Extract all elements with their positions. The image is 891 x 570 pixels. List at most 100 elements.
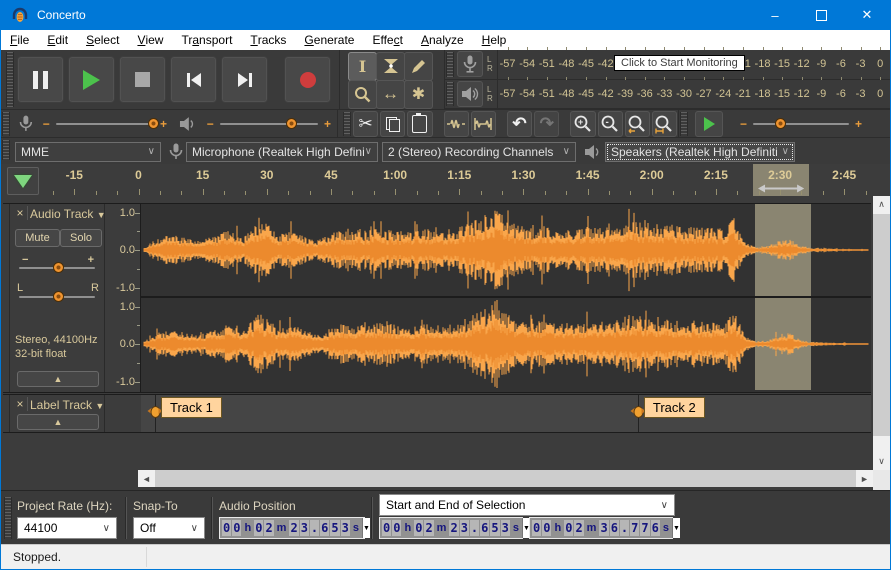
zoom-out-button[interactable]: - xyxy=(598,111,623,137)
time-shift-tool-button[interactable]: ↔ xyxy=(376,80,405,109)
time-field-dropdown[interactable]: ▼ xyxy=(362,518,370,538)
time-digit[interactable]: 0 xyxy=(542,520,551,536)
time-digit[interactable]: 0 xyxy=(414,520,423,536)
selection-tool-button[interactable]: I xyxy=(348,52,377,81)
scroll-left-button[interactable]: ◄ xyxy=(138,470,155,487)
toolbar-grip[interactable] xyxy=(2,112,10,136)
scroll-down-button[interactable]: ∨ xyxy=(873,453,890,470)
toolbar-grip[interactable] xyxy=(446,82,454,107)
menu-transport[interactable]: Transport xyxy=(172,30,241,50)
redo-button[interactable]: ↷ xyxy=(534,111,559,137)
pan-knob[interactable] xyxy=(53,291,64,302)
time-digit[interactable]: 6 xyxy=(651,520,660,536)
time-digit[interactable]: 0 xyxy=(392,520,401,536)
cut-button[interactable]: ✂ xyxy=(353,111,378,137)
time-digit[interactable]: 5 xyxy=(490,520,499,536)
time-digit[interactable]: 7 xyxy=(630,520,639,536)
time-separator[interactable]: . xyxy=(620,520,629,536)
pause-button[interactable] xyxy=(17,56,64,103)
time-digit[interactable]: 0 xyxy=(564,520,573,536)
menu-file[interactable]: File xyxy=(1,30,38,50)
zoom-fit-button[interactable] xyxy=(652,111,677,137)
close-track-button[interactable]: × xyxy=(13,397,28,411)
draw-tool-button[interactable] xyxy=(404,52,433,81)
time-digit[interactable]: 2 xyxy=(449,520,458,536)
maximize-button[interactable] xyxy=(798,0,844,30)
time-digit[interactable]: 3 xyxy=(300,520,309,536)
time-digit[interactable]: 2 xyxy=(289,520,298,536)
recording-volume-slider[interactable] xyxy=(56,123,154,125)
selection-resize-arrows[interactable] xyxy=(758,184,804,193)
time-digit[interactable]: 0 xyxy=(232,520,241,536)
track-title[interactable]: Label Track ▼ xyxy=(30,398,104,412)
time-digit[interactable]: 3 xyxy=(460,520,469,536)
vertical-scale-ruler[interactable]: 1.00.0-1.01.00.0-1.0 xyxy=(104,204,141,392)
play-speed-knob[interactable] xyxy=(775,118,786,129)
time-digit[interactable]: 0 xyxy=(222,520,231,536)
toolbar-grip[interactable] xyxy=(343,112,351,136)
close-track-button[interactable]: × xyxy=(13,206,28,220)
vertical-scrollbar[interactable]: ∧ ∨ xyxy=(873,196,890,470)
toolbar-grip[interactable] xyxy=(6,52,14,107)
label-marker[interactable] xyxy=(632,404,643,419)
project-rate-select[interactable]: 44100 ∨ xyxy=(17,517,117,539)
time-digit[interactable]: 5 xyxy=(330,520,339,536)
record-button[interactable] xyxy=(284,56,331,103)
waveform-right-channel[interactable] xyxy=(141,298,871,390)
scroll-up-button[interactable]: ∧ xyxy=(873,196,890,213)
menu-view[interactable]: View xyxy=(128,30,172,50)
time-digit[interactable]: 6 xyxy=(480,520,489,536)
envelope-tool-button[interactable] xyxy=(376,52,405,81)
gain-knob[interactable] xyxy=(53,262,64,273)
waveform-area[interactable] xyxy=(141,204,871,392)
undo-button[interactable]: ↶ xyxy=(507,111,532,137)
time-digit[interactable]: 3 xyxy=(501,520,510,536)
menu-generate[interactable]: Generate xyxy=(295,30,363,50)
horizontal-scrollbar[interactable]: ◄ ► xyxy=(138,470,873,487)
playback-meter[interactable]: LR -57-54-51-48-45-42-39-36-33-30-27-24-… xyxy=(445,80,890,110)
time-digit[interactable]: 7 xyxy=(640,520,649,536)
time-digit[interactable]: 3 xyxy=(599,520,608,536)
copy-button[interactable] xyxy=(380,111,405,137)
time-digit[interactable]: 2 xyxy=(424,520,433,536)
recording-volume-knob[interactable] xyxy=(148,118,159,129)
time-digit[interactable]: 2 xyxy=(264,520,273,536)
vertical-scroll-thumb[interactable] xyxy=(873,214,890,436)
playback-volume-knob[interactable] xyxy=(286,118,297,129)
menu-effect[interactable]: Effect xyxy=(363,30,411,50)
time-digit[interactable]: 3 xyxy=(341,520,350,536)
selection-end-field[interactable]: 00h02m36.776s▼ xyxy=(529,517,673,539)
playback-meter-speaker-button[interactable] xyxy=(457,81,483,107)
gain-slider[interactable] xyxy=(19,267,95,269)
waveform-left-channel[interactable] xyxy=(141,204,871,296)
label-text[interactable]: Track 1 xyxy=(161,397,222,418)
track-title[interactable]: Audio Track ▼ xyxy=(30,207,106,221)
label-marker[interactable] xyxy=(150,404,161,419)
time-separator[interactable]: . xyxy=(310,520,319,536)
selection-start-field[interactable]: 00h02m23.653s▼ xyxy=(379,517,523,539)
collapse-track-button[interactable]: ▲ xyxy=(17,414,99,430)
toolbar-grip[interactable] xyxy=(4,497,12,539)
time-digit[interactable]: 2 xyxy=(574,520,583,536)
menu-help[interactable]: Help xyxy=(473,30,516,50)
time-field-dropdown[interactable]: ▼ xyxy=(672,518,680,538)
label-area[interactable]: Track 1Track 2 xyxy=(141,395,871,432)
toolbar-grip[interactable] xyxy=(2,140,10,160)
play-at-speed-button[interactable] xyxy=(695,111,723,137)
audio-host-select[interactable]: MME ∨ xyxy=(15,142,161,162)
recording-device-select[interactable]: Microphone (Realtek High Defini ∨ xyxy=(186,142,378,162)
mute-button[interactable]: Mute xyxy=(15,229,60,247)
menu-analyze[interactable]: Analyze xyxy=(412,30,473,50)
audio-position-field[interactable]: 00h02m23.653s▼ xyxy=(219,517,365,539)
solo-button[interactable]: Solo xyxy=(60,229,102,247)
toolbar-grip[interactable] xyxy=(680,112,688,136)
skip-to-end-button[interactable] xyxy=(221,56,268,103)
stop-button[interactable] xyxy=(119,56,166,103)
collapse-track-button[interactable]: ▲ xyxy=(17,371,99,387)
multi-tool-button[interactable]: ✱ xyxy=(404,80,433,109)
time-digit[interactable]: 6 xyxy=(320,520,329,536)
silence-button[interactable] xyxy=(471,111,496,137)
time-digit[interactable]: 0 xyxy=(532,520,541,536)
minimize-button[interactable]: – xyxy=(752,0,798,30)
snap-to-select[interactable]: Off ∨ xyxy=(133,517,205,539)
